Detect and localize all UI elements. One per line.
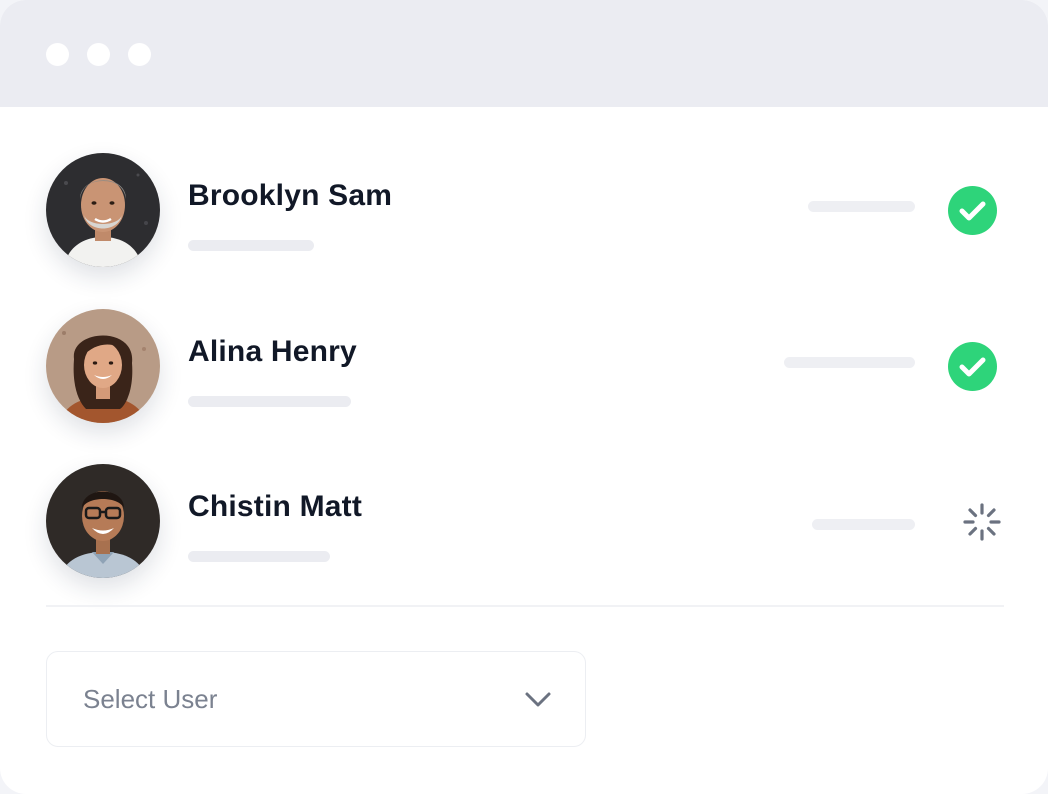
user-meta-placeholder (808, 201, 915, 212)
spinner-icon (963, 503, 1001, 541)
user-detail-placeholder (188, 551, 330, 562)
chevron-down-icon (525, 692, 551, 707)
user-detail-placeholder (188, 240, 314, 251)
user-list-item[interactable]: Chistin Matt (0, 464, 1048, 584)
window-control-dot[interactable] (128, 43, 151, 66)
user-list-item[interactable]: Alina Henry (0, 309, 1048, 429)
app-window: Brooklyn Sam Alina Henry Chistin Matt Se… (0, 0, 1048, 794)
check-circle-icon (948, 186, 997, 235)
select-user-dropdown[interactable]: Select User (46, 651, 586, 747)
user-name: Chistin Matt (188, 490, 363, 523)
user-name: Brooklyn Sam (188, 179, 393, 212)
user-meta-placeholder (812, 519, 915, 530)
user-list-item[interactable]: Brooklyn Sam (0, 153, 1048, 273)
user-detail-placeholder (188, 396, 351, 407)
select-user-value: Select User (83, 684, 218, 714)
window-control-dot[interactable] (87, 43, 110, 66)
window-control-dot[interactable] (46, 43, 69, 66)
divider (46, 605, 1004, 607)
avatar (46, 153, 160, 267)
user-name: Alina Henry (188, 335, 357, 368)
window-titlebar (0, 0, 1048, 107)
avatar (46, 464, 160, 578)
avatar (46, 309, 160, 423)
check-circle-icon (948, 342, 997, 391)
user-meta-placeholder (784, 357, 915, 368)
